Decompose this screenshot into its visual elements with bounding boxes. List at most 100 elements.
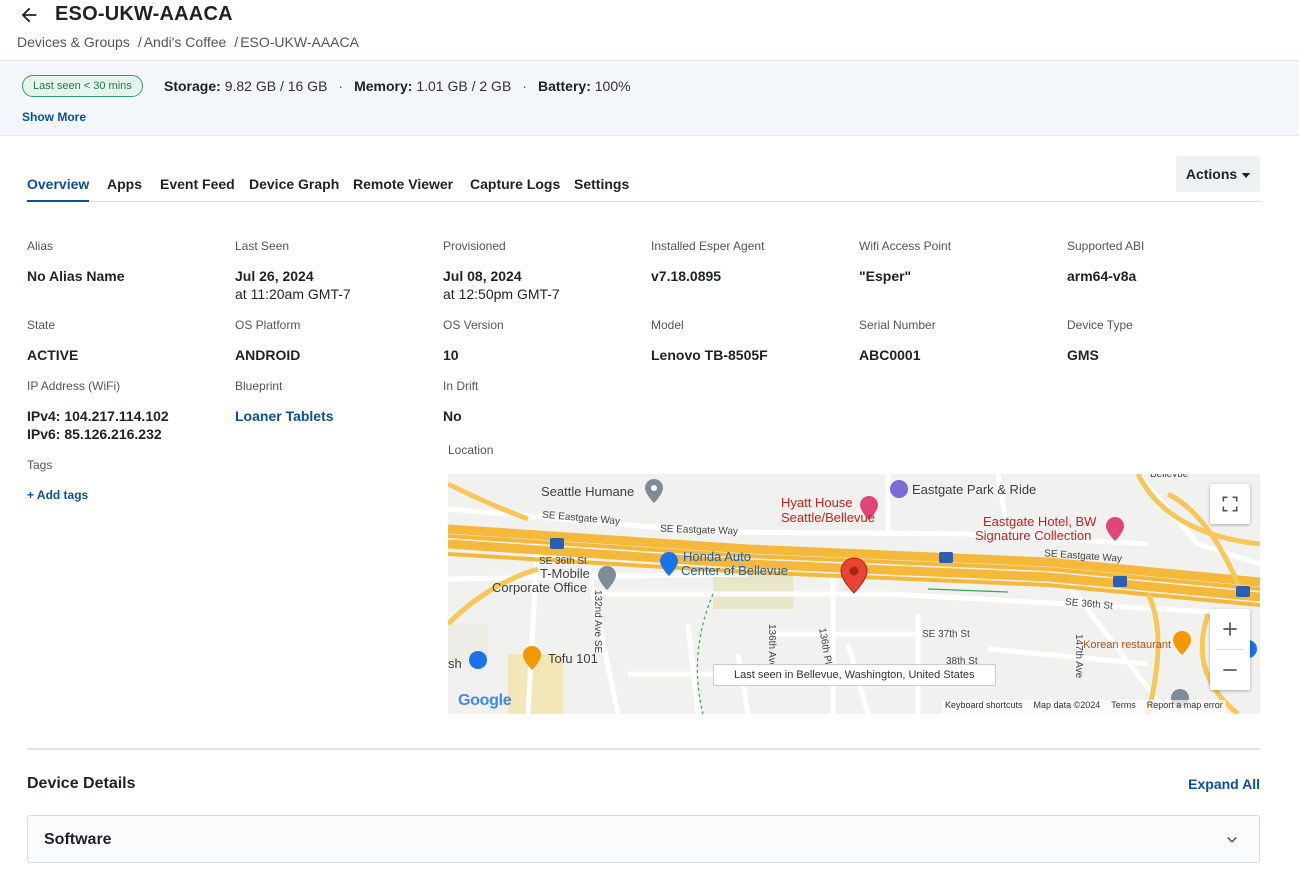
tab-remote-viewer[interactable]: Remote Viewer: [353, 176, 453, 202]
breadcrumb-group[interactable]: Andi's Coffee: [144, 34, 227, 50]
keyboard-shortcuts-link[interactable]: Keyboard shortcuts: [945, 700, 1023, 714]
field-label: Installed Esper Agent: [651, 239, 765, 253]
back-arrow-icon[interactable]: [18, 4, 40, 26]
field-label: IP Address (WiFi): [27, 379, 121, 393]
battery-label: Battery:: [537, 78, 591, 94]
in-drift-value: No: [443, 408, 462, 424]
tab-capture-logs[interactable]: Capture Logs: [470, 176, 560, 202]
google-logo: Google: [458, 692, 512, 710]
chevron-down-icon: [1227, 837, 1237, 843]
stat-separator: ·: [338, 78, 344, 94]
tab-bar: Overview Apps Event Feed Device Graph Re…: [25, 170, 1261, 202]
blueprint-link[interactable]: Loaner Tablets: [235, 407, 334, 425]
field-os-version: OS Version 10: [443, 318, 504, 364]
field-provisioned: Provisioned Jul 08, 2024 at 12:50pm GMT-…: [443, 239, 560, 303]
actions-button[interactable]: Actions: [1176, 156, 1260, 192]
field-last-seen: Last Seen Jul 26, 2024 at 11:20am GMT-7: [235, 239, 351, 303]
map-street-eastgate-2: SE Eastgate Way: [659, 523, 739, 538]
map-label-bellevue: Bellevue: [1150, 474, 1189, 480]
expand-all-link[interactable]: Expand All: [1188, 776, 1260, 792]
field-label: OS Platform: [235, 318, 301, 332]
tab-settings[interactable]: Settings: [574, 176, 629, 202]
software-section-header[interactable]: Software: [27, 815, 1260, 863]
map-street-132nd: 132nd Ave SE: [592, 590, 603, 654]
map-label-eastgate-park: Eastgate Park & Ride: [912, 482, 1037, 497]
map-label-eastgate-hotel-1: Eastgate Hotel, BW: [983, 514, 1097, 529]
field-label: In Drift: [443, 379, 479, 393]
field-label: Provisioned: [443, 239, 506, 253]
add-tags-link[interactable]: + Add tags: [27, 488, 88, 502]
terms-link[interactable]: Terms: [1111, 700, 1136, 714]
map-label-honda-1: Honda Auto: [683, 549, 751, 564]
storage-value: 9.82 GB / 16 GB: [224, 78, 328, 94]
breadcrumb-separator: /: [137, 34, 142, 50]
field-os-platform: OS Platform ANDROID: [235, 318, 300, 364]
map-label-hyatt-2: Seattle/Bellevue: [781, 510, 875, 525]
os-version-value: 10: [443, 347, 459, 363]
map-label-korean: Korean restaurant: [1083, 639, 1172, 651]
battery-value: 100%: [594, 78, 631, 94]
map-street-147th: 147th Ave: [1073, 634, 1084, 679]
location-map[interactable]: Seattle Humane Hyatt House Seattle/Belle…: [448, 474, 1260, 714]
ipv4-value: IPv4: 104.217.114.102: [27, 408, 169, 424]
last-seen-badge: Last seen < 30 mins: [22, 75, 143, 97]
field-label: Model: [651, 318, 684, 332]
last-seen-date: Jul 26, 2024: [235, 268, 314, 284]
field-ip-address: IP Address (WiFi) IPv4: 104.217.114.102 …: [27, 379, 169, 443]
provisioned-date: Jul 08, 2024: [443, 268, 522, 284]
actions-label: Actions: [1185, 166, 1238, 182]
show-more-link[interactable]: Show More: [22, 110, 86, 124]
fullscreen-button[interactable]: [1210, 484, 1250, 524]
device-stats: Storage: 9.82 GB / 16 GB · Memory: 1.01 …: [164, 78, 631, 94]
os-platform-value: ANDROID: [235, 347, 301, 363]
field-label: OS Version: [443, 318, 504, 332]
tab-event-feed[interactable]: Event Feed: [160, 176, 235, 202]
map-label-tofu: Tofu 101: [548, 651, 598, 666]
storage-label: Storage:: [164, 78, 221, 94]
zoom-in-button[interactable]: [1210, 609, 1250, 649]
memory-label: Memory:: [354, 78, 413, 94]
breadcrumb-devices-groups[interactable]: Devices & Groups: [17, 34, 130, 50]
field-label: Blueprint: [235, 379, 283, 393]
map-label-hyatt-1: Hyatt House: [781, 495, 853, 510]
field-label: Tags: [27, 458, 53, 472]
plus-icon: [1223, 622, 1237, 636]
tab-apps[interactable]: Apps: [107, 176, 142, 202]
breadcrumb-device: ESO-UKW-AAACA: [240, 34, 359, 50]
map-label-seattle-humane: Seattle Humane: [541, 484, 635, 499]
software-label: Software: [44, 831, 112, 848]
location-label: Location: [448, 443, 494, 457]
map-street-se37: SE 37th St: [922, 629, 970, 640]
report-error-link[interactable]: Report a map error: [1147, 700, 1223, 714]
model-value: Lenovo TB-8505F: [651, 347, 768, 363]
map-label-tmobile-1: T-Mobile: [540, 566, 590, 581]
tab-device-graph[interactable]: Device Graph: [249, 176, 339, 202]
field-model: Model Lenovo TB-8505F: [651, 318, 768, 364]
tab-overview[interactable]: Overview: [27, 176, 90, 202]
field-label: Device Type: [1067, 318, 1133, 332]
field-serial: Serial Number ABC0001: [859, 318, 936, 364]
wifi-value: "Esper": [859, 268, 912, 284]
device-type-value: GMS: [1067, 347, 1099, 363]
minus-icon: [1223, 669, 1237, 671]
fullscreen-icon: [1222, 496, 1238, 512]
ipv6-value: IPv6: 85.126.216.232: [27, 426, 162, 442]
zoom-controls: [1210, 609, 1250, 690]
map-data-text: Map data ©2024: [1033, 700, 1101, 710]
field-esper-agent: Installed Esper Agent v7.18.0895: [651, 239, 764, 285]
field-blueprint: Blueprint Loaner Tablets: [235, 379, 334, 425]
map-location-tooltip: Last seen in Bellevue, Washington, Unite…: [713, 664, 996, 686]
field-abi: Supported ABI arm64-v8a: [1067, 239, 1144, 285]
device-details-title: Device Details: [27, 775, 136, 792]
map-label-eastgate-hotel-2: Signature Collection: [975, 528, 1092, 543]
page-title: ESO-UKW-AAACA: [55, 3, 233, 25]
field-label: State: [27, 318, 56, 332]
field-label: Alias: [27, 239, 54, 253]
field-label: Supported ABI: [1067, 239, 1145, 253]
zoom-out-button[interactable]: [1210, 650, 1250, 690]
field-alias: Alias No Alias Name: [27, 239, 125, 285]
page-header: ESO-UKW-AAACA Devices & Groups / Andi's …: [0, 0, 1299, 60]
map-label-tmobile-2: Corporate Office: [492, 580, 588, 595]
caret-down-icon: [1242, 172, 1251, 178]
field-label: Wifi Access Point: [859, 239, 952, 253]
